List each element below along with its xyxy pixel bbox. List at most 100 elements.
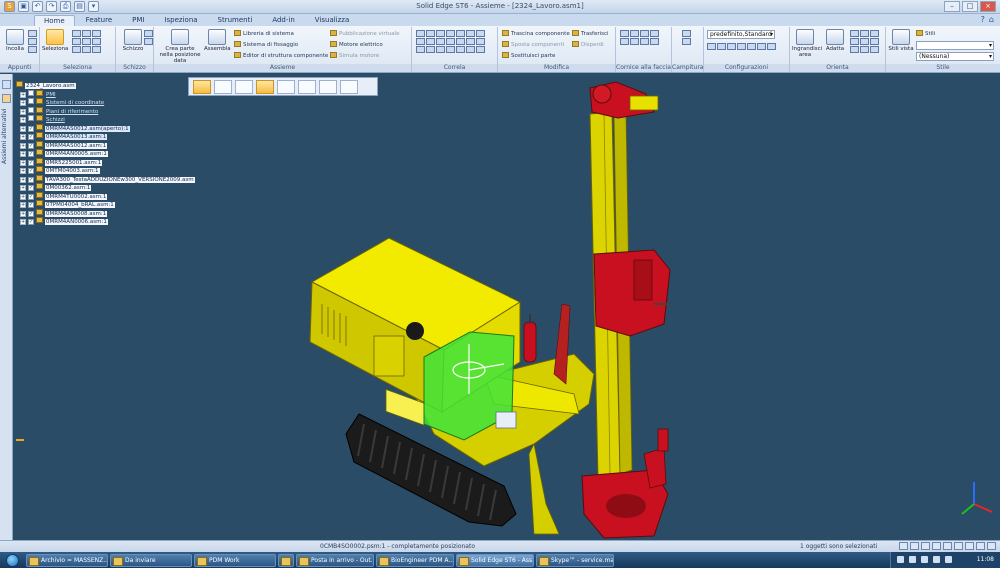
config-icon[interactable]: [717, 43, 726, 50]
fastener-system-button[interactable]: Sistema di fissaggio: [234, 41, 298, 49]
config-icon[interactable]: [707, 43, 716, 50]
style-select-top[interactable]: [916, 41, 994, 50]
visibility-checkbox[interactable]: [28, 115, 34, 121]
taskbar-item[interactable]: Solid Edge ST6 - Ass...: [456, 553, 534, 567]
expand-icon[interactable]: +: [20, 134, 26, 140]
start-button[interactable]: [0, 552, 24, 568]
hatch-icon[interactable]: [682, 30, 691, 37]
format-icon[interactable]: [28, 46, 37, 53]
view-icon[interactable]: [965, 542, 974, 550]
fit-button[interactable]: Adatta: [822, 29, 848, 52]
tab-pmi[interactable]: PMI: [123, 15, 153, 26]
visibility-checkbox[interactable]: ✓: [28, 176, 34, 183]
cam-icon[interactable]: [416, 38, 425, 45]
tree-item[interactable]: + ✓ 0MR5225001.asm:1: [16, 157, 206, 167]
zoom-area-button[interactable]: Ingrandisci area: [792, 29, 822, 58]
taskbar-item[interactable]: Archivio = MASSENZ...: [26, 553, 108, 567]
configuration-select[interactable]: predefinito,Standard: [707, 30, 775, 39]
tab-ispeziona[interactable]: Ispeziona: [155, 15, 206, 26]
tree-item[interactable]: + PMI: [16, 89, 206, 99]
visibility-checkbox[interactable]: ✓: [28, 210, 34, 217]
expand-icon[interactable]: +: [20, 117, 26, 123]
insert-icon[interactable]: [436, 30, 445, 37]
center-icon[interactable]: [446, 38, 455, 45]
align-icon[interactable]: [426, 30, 435, 37]
path-icon[interactable]: [466, 38, 475, 45]
view-icon[interactable]: [640, 30, 649, 37]
relate-icon[interactable]: [426, 46, 435, 53]
taskbar-item[interactable]: PDM Work: [194, 553, 276, 567]
maximize-button[interactable]: □: [962, 1, 978, 12]
component-structure-editor-button[interactable]: Editor di struttura componente: [234, 52, 328, 60]
tray-icon[interactable]: [945, 556, 952, 563]
zoom-icon[interactable]: [899, 542, 908, 550]
expand-icon[interactable]: +: [20, 176, 26, 183]
ribbon-options-icon[interactable]: ⌂: [989, 15, 994, 24]
pan-icon[interactable]: [860, 30, 869, 37]
create-part-in-place-button[interactable]: Crea parte nella posizione data: [158, 29, 202, 64]
tree-item[interactable]: + Piani di riferimento: [16, 106, 206, 116]
tab-visualizza[interactable]: Visualizza: [306, 15, 358, 26]
replace-part-button[interactable]: Sostituisci parte: [502, 52, 555, 60]
tree-item[interactable]: + ✓ 0MRM4AS0012.asm(aperto):1: [16, 123, 206, 133]
taskbar-item[interactable]: [278, 553, 294, 567]
relate-icon[interactable]: [436, 46, 445, 53]
visibility-checkbox[interactable]: ✓: [28, 159, 34, 166]
tree-item[interactable]: + ✓ 0MRM4AN0006.asm:1: [16, 217, 206, 226]
rigid-icon[interactable]: [476, 38, 485, 45]
zoom-icon[interactable]: [850, 38, 859, 45]
sketch-button[interactable]: Schizzo: [120, 29, 146, 52]
expand-icon[interactable]: +: [20, 91, 26, 98]
view-icon[interactable]: [630, 38, 639, 45]
close-button[interactable]: ×: [980, 1, 996, 12]
tree-item[interactable]: + ✓ 0MRM4TU0002.asm:1: [16, 191, 206, 201]
expand-icon[interactable]: +: [20, 108, 26, 115]
select-button[interactable]: Seleziona: [42, 29, 68, 52]
pathfinder-icon[interactable]: [2, 80, 11, 89]
tree-item[interactable]: + Schizzi: [16, 115, 206, 124]
fit-icon[interactable]: [910, 542, 919, 550]
tree-item[interactable]: + ✓ 0MRM4AS0013.asm:1: [16, 132, 206, 141]
view-icon[interactable]: [620, 30, 629, 37]
electric-motor-button[interactable]: Motore elettrico: [330, 41, 383, 49]
visibility-checkbox[interactable]: ✓: [28, 142, 34, 149]
simulate-motor-button[interactable]: Simula motore: [330, 52, 379, 60]
config-icon[interactable]: [737, 43, 746, 50]
command-move-icon[interactable]: [256, 79, 274, 94]
select-icon[interactable]: [92, 46, 101, 53]
pan-icon[interactable]: [921, 542, 930, 550]
select-icon[interactable]: [82, 38, 91, 45]
select-icon[interactable]: [72, 30, 81, 37]
tree-item[interactable]: + ✓ 0MRM4AN0005.asm:1: [16, 149, 206, 158]
arc-icon[interactable]: [144, 38, 153, 45]
tab-strumenti[interactable]: Strumenti: [209, 15, 262, 26]
tree-item[interactable]: + ✓ 0MRM4AS0012.asm:1: [16, 140, 206, 150]
tree-item[interactable]: + ✓ 0MRM4AS0008.asm:1: [16, 208, 206, 218]
connect-icon[interactable]: [446, 30, 455, 37]
command-view-icon[interactable]: [214, 79, 232, 94]
minimize-button[interactable]: –: [944, 1, 960, 12]
help-icon[interactable]: ?: [981, 15, 985, 24]
visibility-checkbox[interactable]: [28, 98, 34, 104]
visibility-checkbox[interactable]: ✓: [28, 202, 34, 208]
taskbar-item[interactable]: Da inviare: [110, 553, 192, 567]
visibility-checkbox[interactable]: [28, 89, 34, 96]
relate-icon[interactable]: [476, 46, 485, 53]
gear-icon[interactable]: [426, 38, 435, 45]
taskbar-item[interactable]: Skype™ - service.ma...: [536, 553, 614, 567]
view-icon[interactable]: [850, 46, 859, 53]
ground-icon[interactable]: [456, 38, 465, 45]
expand-icon[interactable]: +: [20, 168, 26, 174]
network-icon[interactable]: [921, 556, 928, 563]
tangent-icon[interactable]: [476, 30, 485, 37]
visibility-checkbox[interactable]: ✓: [28, 219, 34, 225]
expand-icon[interactable]: +: [20, 159, 26, 166]
paste-button[interactable]: Incolla: [2, 29, 28, 52]
tree-item[interactable]: + ✓ TAVA300_TestaADDUZIONEw300_VERSIONE200…: [16, 174, 206, 184]
config-icon[interactable]: [767, 43, 776, 50]
look-icon[interactable]: [954, 542, 963, 550]
config-icon[interactable]: [757, 43, 766, 50]
view-icon[interactable]: [640, 38, 649, 45]
select-icon[interactable]: [92, 38, 101, 45]
config-icon[interactable]: [747, 43, 756, 50]
